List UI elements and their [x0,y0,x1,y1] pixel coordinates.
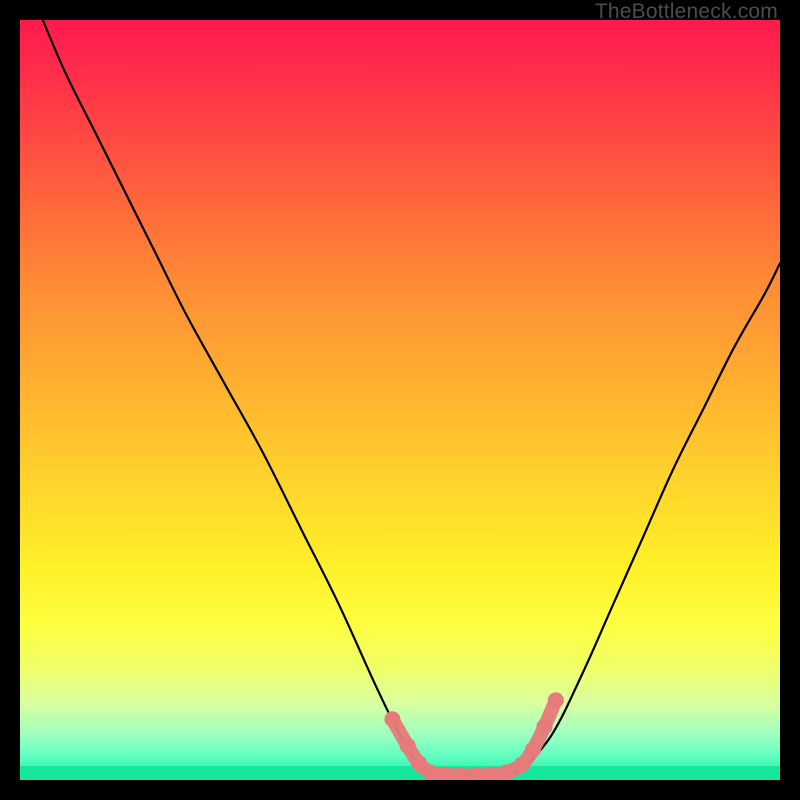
marker-point [548,692,564,708]
marker-point [525,742,541,758]
chart-svg [20,20,780,780]
marker-point [498,764,514,780]
curve-lines [43,20,780,776]
marker-point [422,764,438,780]
marker-point [536,719,552,735]
curve-markers [384,692,563,780]
marker-point [514,757,530,773]
curve-left-curve [43,20,427,772]
marker-point [400,738,416,754]
marker-point [384,711,400,727]
chart-frame [20,20,780,780]
